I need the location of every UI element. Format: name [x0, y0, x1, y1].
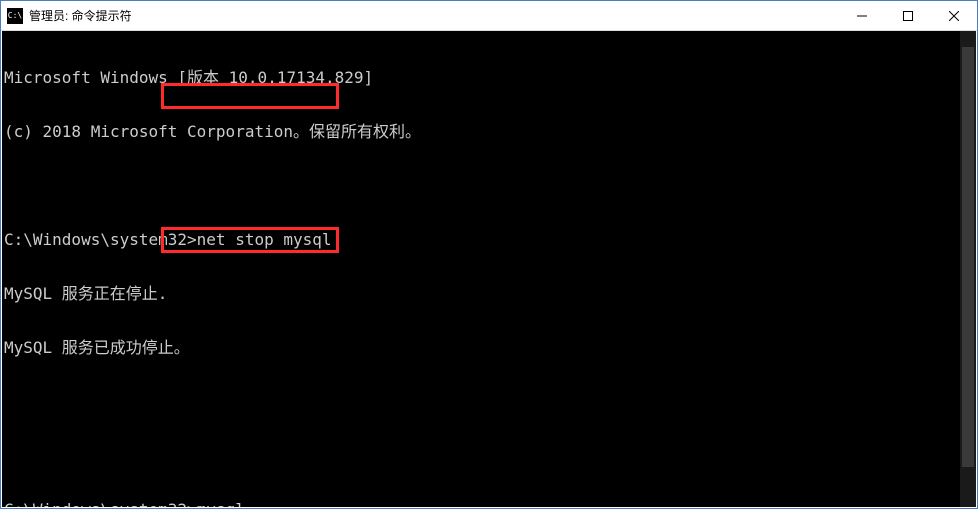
terminal-line — [4, 177, 976, 195]
window-title: 管理员: 命令提示符 — [29, 7, 132, 24]
terminal-line: C:\Windows\system32>net stop mysql — [4, 231, 976, 249]
window-frame: C:\ 管理员: 命令提示符 Microsoft Windows [版本 10.… — [0, 0, 978, 509]
scrollbar-thumb[interactable] — [962, 47, 974, 467]
terminal-line: MySQL 服务已成功停止。 — [4, 339, 976, 357]
minimize-icon — [857, 11, 867, 21]
close-icon — [949, 11, 959, 21]
terminal-line: Microsoft Windows [版本 10.0.17134.829] — [4, 69, 976, 87]
terminal-line: C:\Windows\system32>mysql — [4, 501, 976, 507]
terminal-line: MySQL 服务正在停止. — [4, 285, 976, 303]
scrollbar[interactable] — [960, 31, 976, 507]
close-button[interactable] — [931, 1, 977, 31]
terminal-line — [4, 393, 976, 411]
maximize-icon — [903, 11, 913, 21]
terminal-line: (c) 2018 Microsoft Corporation。保留所有权利。 — [4, 123, 976, 141]
titlebar[interactable]: C:\ 管理员: 命令提示符 — [1, 1, 977, 31]
cmd-icon: C:\ — [7, 8, 23, 24]
terminal[interactable]: Microsoft Windows [版本 10.0.17134.829] (c… — [2, 31, 976, 507]
window-controls — [839, 1, 977, 31]
minimize-button[interactable] — [839, 1, 885, 31]
terminal-line — [4, 447, 976, 465]
maximize-button[interactable] — [885, 1, 931, 31]
